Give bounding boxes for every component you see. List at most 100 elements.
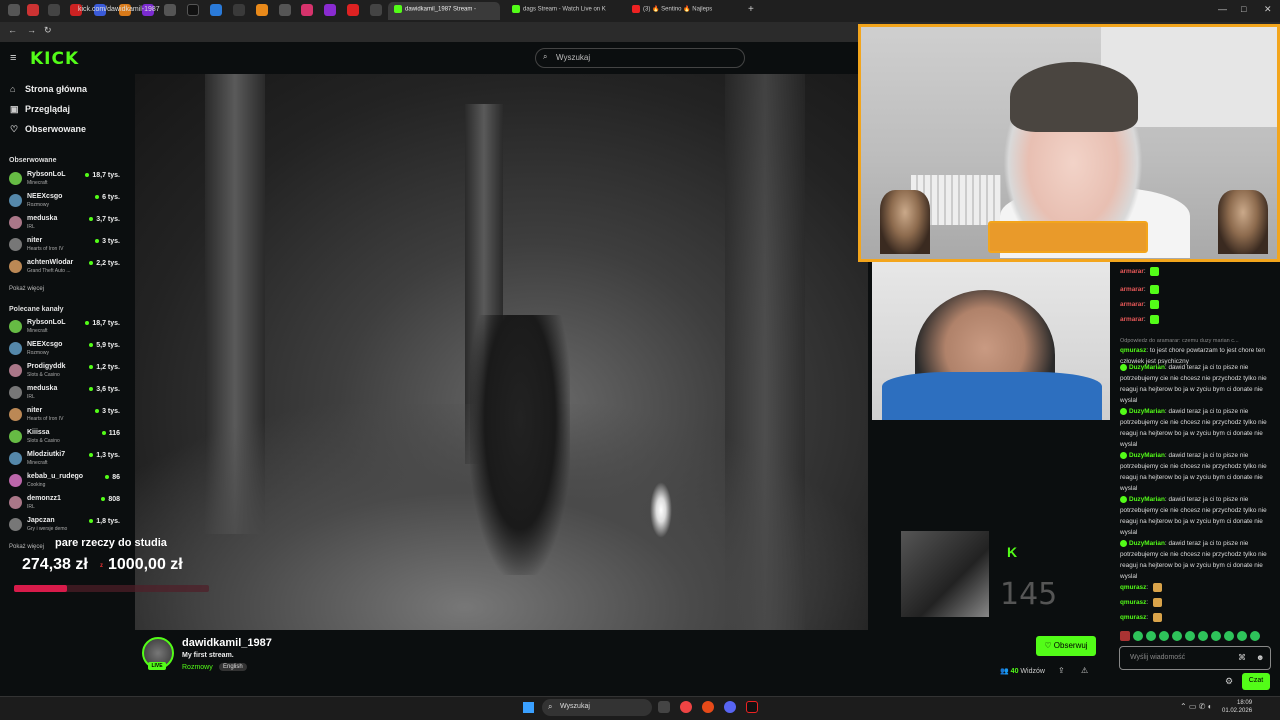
channel-item-viewers: 808 <box>101 496 120 503</box>
command-icon[interactable]: ⌘ <box>1238 653 1246 662</box>
viewers-label: Widzów <box>1020 668 1045 675</box>
chat-message: qmurasz: <box>1120 582 1270 593</box>
channel-item-name: niter <box>27 407 43 414</box>
chat-username[interactable]: DuzyMarian <box>1129 408 1165 415</box>
nav-following[interactable]: ♡ Obserwowane <box>10 124 86 135</box>
chat-username[interactable]: qmurasz <box>1120 347 1146 354</box>
pinned-tab-icon[interactable] <box>48 4 60 16</box>
channel-item[interactable]: niter Hearts of Iron IV 3 tys. <box>9 406 124 426</box>
channel-item[interactable]: Kiiissa Slots & Casino 116 <box>9 428 124 448</box>
chat-username[interactable]: DuzyMarian <box>1129 452 1165 459</box>
show-more-followed[interactable]: Pokaż więcej <box>9 286 44 292</box>
channel-item-viewers: 3,7 tys. <box>89 216 120 223</box>
show-more-recommended[interactable]: Pokaż więcej <box>9 544 44 550</box>
tiktok-icon[interactable] <box>746 701 758 713</box>
share-icon[interactable]: ⇪ <box>1058 666 1065 675</box>
chat-input[interactable]: Wyślij wiadomość ⌘ ☻ <box>1119 646 1271 670</box>
channel-item[interactable]: demonzz1 IRL 808 <box>9 494 124 514</box>
windows-start-icon[interactable] <box>523 702 534 713</box>
chat-username[interactable]: qmurasz <box>1120 614 1146 621</box>
channel-item[interactable]: niter Hearts of Iron IV 3 tys. <box>9 236 124 256</box>
channel-item[interactable]: NEEXcsgo Rozmowy 6 tys. <box>9 192 124 212</box>
app-icon[interactable] <box>702 701 714 713</box>
chrome-icon[interactable] <box>680 701 692 713</box>
emote-icon[interactable] <box>1198 631 1208 641</box>
language-tag[interactable]: English <box>219 663 247 671</box>
emote-icon[interactable] <box>1224 631 1234 641</box>
reload-icon[interactable]: ↻ <box>44 25 52 36</box>
emote-row <box>1120 631 1275 643</box>
channel-item-name: RybsonLoL <box>27 319 66 326</box>
channel-item-name: RybsonLoL <box>27 171 66 178</box>
emote-icon[interactable] <box>1250 631 1260 641</box>
channel-item[interactable]: Japczan Gry i wersje demo 1,8 tys. <box>9 516 124 536</box>
chat-message: DuzyMarian: dawid teraz ja ci to pisze n… <box>1120 406 1270 450</box>
channel-item-name: meduska <box>27 385 58 392</box>
emote-icon[interactable] <box>1159 631 1169 641</box>
chat-username[interactable]: qmurasz <box>1120 584 1146 591</box>
url-field[interactable]: kick.com/dawidkamil-1987 <box>64 4 854 16</box>
channel-item[interactable]: RybsonLoL Minecraft 18,7 tys. <box>9 170 124 190</box>
channel-item[interactable]: meduska IRL 3,7 tys. <box>9 214 124 234</box>
emote-icon[interactable] <box>1120 631 1130 641</box>
stream-category[interactable]: Rozmowy <box>182 664 213 671</box>
chat-settings-icon[interactable]: ⚙ <box>1225 676 1233 687</box>
game-character <box>470 315 570 575</box>
nav-home[interactable]: ⌂ Strona główna <box>10 84 87 94</box>
pinned-tab-icon[interactable] <box>27 4 39 16</box>
search-icon: ⌕ <box>548 702 553 711</box>
channel-item[interactable]: Prodigyddk Slots & Casino 1,2 tys. <box>9 362 124 382</box>
chat-send-button[interactable]: Czat <box>1242 673 1270 690</box>
chat-username[interactable]: DuzyMarian <box>1129 364 1165 371</box>
channel-avatar <box>9 194 22 207</box>
discord-icon[interactable] <box>724 701 736 713</box>
kick-logo[interactable]: KICK <box>30 49 79 69</box>
kick-k-logo: K <box>1007 544 1018 560</box>
emote-icon[interactable] <box>1133 631 1143 641</box>
chat-username[interactable]: DuzyMarian <box>1129 496 1165 503</box>
channel-item-category: Hearts of Iron IV <box>27 246 64 252</box>
channel-item-viewers: 86 <box>105 474 120 481</box>
chat-username[interactable]: armarar <box>1120 286 1144 293</box>
maximize-button[interactable]: □ <box>1241 4 1246 14</box>
channel-item[interactable]: achtenWlodar Grand Theft Auto ... 2,2 ty… <box>9 258 124 278</box>
tray-icons[interactable]: ⌃ ▭ ✆ ◐ <box>1180 702 1212 711</box>
emote-icon[interactable] <box>1172 631 1182 641</box>
chat-username[interactable]: armarar <box>1120 268 1144 275</box>
channel-item[interactable]: RybsonLoL Minecraft 18,7 tys. <box>9 318 124 338</box>
emoji-icon[interactable]: ☻ <box>1256 653 1264 662</box>
channel-item[interactable]: NEEXcsgo Rozmowy 5,9 tys. <box>9 340 124 360</box>
chat-username[interactable]: qmurasz <box>1120 599 1146 606</box>
minimize-button[interactable]: — <box>1218 4 1227 14</box>
browse-icon: ▣ <box>10 104 19 114</box>
nav-browse[interactable]: ▣ Przeglądaj <box>10 104 70 115</box>
emote-icon[interactable] <box>1185 631 1195 641</box>
back-icon[interactable]: ← <box>8 25 17 35</box>
forward-icon[interactable]: → <box>27 25 36 35</box>
viewers-number: 40 <box>1010 668 1019 675</box>
search-input[interactable]: ⌕ Wyszukaj <box>535 48 745 68</box>
emote-icon[interactable] <box>1211 631 1221 641</box>
channel-item[interactable]: kebab_u_rudego Cooking 86 <box>9 472 124 492</box>
menu-icon[interactable]: ≡ <box>10 52 16 64</box>
pinned-tab-icon[interactable] <box>8 4 20 16</box>
channel-item[interactable]: Mlodziutki7 Minecraft 1,3 tys. <box>9 450 124 470</box>
chat-username[interactable]: DuzyMarian <box>1129 540 1165 547</box>
follow-button[interactable]: ♡ Obserwuj <box>1036 636 1096 656</box>
taskbar-search[interactable]: ⌕ Wyszukaj <box>542 699 652 716</box>
chat-username[interactable]: armarar <box>1120 316 1144 323</box>
report-icon[interactable]: ⚠ <box>1081 666 1088 675</box>
channel-item-category: Cooking <box>27 482 46 488</box>
channel-avatar <box>9 238 22 251</box>
chat-username[interactable]: armarar <box>1120 301 1144 308</box>
system-clock[interactable]: 18:09 01.02.2026 <box>1222 699 1252 715</box>
task-view-icon[interactable] <box>658 701 670 713</box>
channel-item[interactable]: meduska IRL 3,6 tys. <box>9 384 124 404</box>
emote-icon[interactable] <box>1237 631 1247 641</box>
chat-colon: : <box>1143 316 1148 323</box>
channel-item-viewers: 116 <box>102 430 120 437</box>
heart-icon: ♡ <box>1044 641 1054 650</box>
emote-icon[interactable] <box>1146 631 1156 641</box>
channel-name[interactable]: dawidkamil_1987 <box>182 637 272 649</box>
close-window-button[interactable]: ✕ <box>1264 4 1272 15</box>
